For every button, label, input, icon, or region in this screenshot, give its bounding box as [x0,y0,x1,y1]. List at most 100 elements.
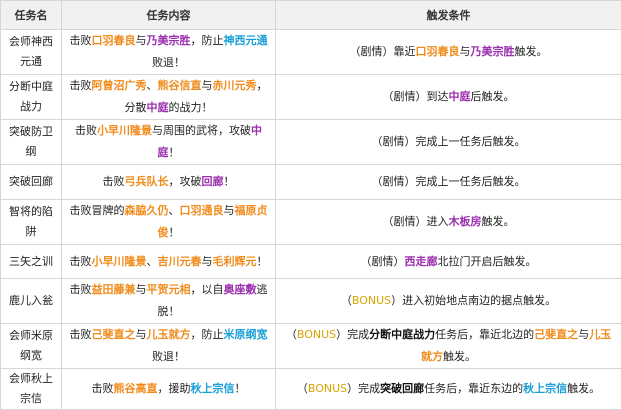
text-segment: 与 [136,34,147,47]
header-row: 任务名 任务内容 触发条件 [1,1,621,30]
text-segment: 击败 [70,283,92,296]
text-segment: 与 [202,79,213,92]
text-segment: （ [286,328,297,341]
text-segment: 击败 [70,328,92,341]
text-segment: 、 [147,255,158,268]
text-segment: （剧情） [361,255,405,268]
highlighted-text: 中庭 [147,101,169,114]
highlighted-text: 奥座敷 [224,283,257,296]
text-segment: 与周围的武将，攻破 [152,124,251,137]
table-row: 会师神西元通 击败口羽春良与乃美宗胜，防止神西元通败退！ （剧情）靠近口羽春良与… [1,30,621,75]
table-row: 鹿儿入瓮 击败益田藤兼与平贺元相，以自奥座敷逃脱！ （BONUS）进入初始地点南… [1,279,621,324]
header-trigger: 触发条件 [276,1,621,30]
mission-name: 鹿儿入瓮 [1,279,62,324]
table-row: 会师米原纲宽 击败己斐直之与儿玉就方，防止米原纲宽败退！ （BONUS）完成分断… [1,324,621,369]
text-segment: ，以自 [191,283,224,296]
table-row: 三矢之训 击败小早川隆景、吉川元春与毛利辉元！ （剧情）西走廊北拉门开启后触发。 [1,245,621,279]
table-row: 智将的陷阱 击败冒牌的森脇久仍、口羽通良与福原贞俊！ （剧情）进入木板房触发。 [1,200,621,245]
mission-content: 击败阿曾沼广秀、熊谷信直与赤川元秀，分散中庭的战力！ [62,75,276,120]
text-segment: 触发。 [567,382,600,395]
highlighted-text: 突破回廊 [380,382,424,395]
text-segment: ，防止 [191,328,224,341]
text-segment: （剧情）靠近 [350,45,416,58]
highlighted-text: 赤川元秀 [213,79,257,92]
highlighted-text: 益田藤兼 [92,283,136,296]
highlighted-text: 平贺元相 [147,283,191,296]
text-segment: 触发。 [482,215,515,228]
mission-name: 突破防卫纲 [1,120,62,165]
mission-trigger: （剧情）完成上一任务后触发。 [276,120,621,165]
text-segment: 击败 [70,255,92,268]
mission-content: 击败弓兵队长，攻破回廊！ [62,165,276,200]
table-row: 分断中庭战力 击败阿曾沼广秀、熊谷信直与赤川元秀，分散中庭的战力！ （剧情）到达… [1,75,621,120]
highlighted-text: 己斐直之 [92,328,136,341]
text-segment: 败退！ [152,350,185,363]
mission-name: 三矢之训 [1,245,62,279]
table-row: 突破防卫纲 击败小早川隆景与周围的武将，攻破中庭！ （剧情）完成上一任务后触发。 [1,120,621,165]
mission-table: 任务名 任务内容 触发条件 会师神西元通 击败口羽春良与乃美宗胜，防止神西元通败… [0,0,621,410]
highlighted-text: 阿曾沼广秀 [92,79,147,92]
highlighted-text: 熊谷高直 [114,382,158,395]
highlighted-text: 神西元通 [224,34,268,47]
highlighted-text: 西走廊 [405,255,438,268]
highlighted-text: 米原纲宽 [224,328,268,341]
highlighted-text: 小早川隆景 [92,255,147,268]
text-segment: ！ [257,255,268,268]
text-segment: ，援助 [158,382,191,395]
text-segment: 与 [136,283,147,296]
highlighted-text: 己斐直之 [534,328,578,341]
mission-trigger: （剧情）进入木板房触发。 [276,200,621,245]
text-segment: 与 [460,45,471,58]
mission-content: 击败冒牌的森脇久仍、口羽通良与福原贞俊！ [62,200,276,245]
text-segment: 的战力！ [169,101,213,114]
text-segment: 、 [147,79,158,92]
text-segment: 击败 [70,79,92,92]
text-segment: 触发。 [515,45,548,58]
mission-trigger: （剧情）到达中庭后触发。 [276,75,621,120]
text-segment: （剧情）到达 [383,90,449,103]
mission-name: 会师秋上宗信 [1,369,62,410]
highlighted-text: BONUS [297,328,336,341]
mission-trigger: （剧情）完成上一任务后触发。 [276,165,621,200]
mission-content: 击败口羽春良与乃美宗胜，防止神西元通败退！ [62,30,276,75]
text-segment: ！ [169,146,180,159]
text-segment: 任务后，靠近东边的 [424,382,523,395]
text-segment: 、 [169,204,180,217]
mission-trigger: （BONUS）进入初始地点南边的据点触发。 [276,279,621,324]
text-segment: ，防止 [191,34,224,47]
text-segment: ，攻破 [169,175,202,188]
highlighted-text: 口羽春良 [92,34,136,47]
highlighted-text: 口羽通良 [180,204,224,217]
mission-trigger: （BONUS）完成突破回廊任务后，靠近东边的秋上宗信触发。 [276,369,621,410]
text-segment: 后触发。 [471,90,515,103]
text-segment: （剧情）完成上一任务后触发。 [372,135,526,148]
text-segment: （ [297,382,308,395]
text-segment: 击败 [75,124,97,137]
mission-content: 击败己斐直之与儿玉就方，防止米原纲宽败退！ [62,324,276,369]
highlighted-text: 吉川元春 [158,255,202,268]
text-segment: 与 [202,255,213,268]
highlighted-text: 口羽春良 [416,45,460,58]
highlighted-text: 森脇久仍 [125,204,169,217]
mission-name: 智将的陷阱 [1,200,62,245]
text-segment: ）完成 [347,382,380,395]
mission-name: 会师神西元通 [1,30,62,75]
text-segment: 击败 [92,382,114,395]
text-segment: 与 [224,204,235,217]
mission-content: 击败小早川隆景、吉川元春与毛利辉元！ [62,245,276,279]
text-segment: 北拉门开启后触发。 [438,255,537,268]
text-segment: （剧情）完成上一任务后触发。 [372,175,526,188]
highlighted-text: 回廊 [202,175,224,188]
highlighted-text: 儿玉就方 [147,328,191,341]
text-segment: ）进入初始地点南边的据点触发。 [391,294,556,307]
mission-trigger: （剧情）靠近口羽春良与乃美宗胜触发。 [276,30,621,75]
highlighted-text: 熊谷信直 [158,79,202,92]
text-segment: 与 [578,328,589,341]
text-segment: ！ [224,175,235,188]
mission-trigger: （剧情）西走廊北拉门开启后触发。 [276,245,621,279]
highlighted-text: BONUS [352,294,391,307]
text-segment: 与 [136,328,147,341]
mission-name: 会师米原纲宽 [1,324,62,369]
highlighted-text: 秋上宗信 [191,382,235,395]
text-segment: ！ [169,226,180,239]
